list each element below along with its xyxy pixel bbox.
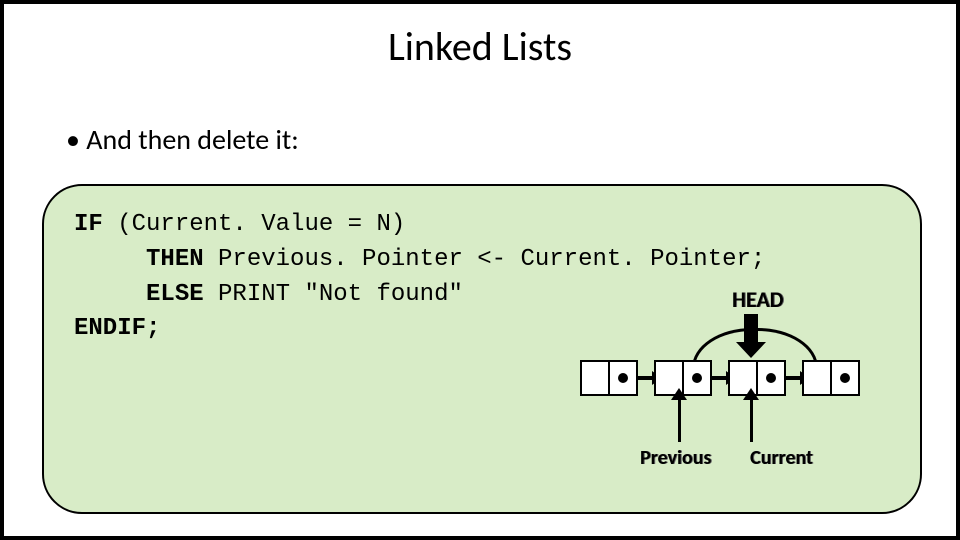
previous-label: Previous [640,446,711,470]
node-data-cell [582,362,610,394]
code-cond: (Current. Value = N) [103,211,405,238]
link-arrow-icon [636,376,654,380]
current-label: Current [750,446,813,470]
head-label: HEAD [732,286,784,313]
bullet-text: And then delete it: [66,122,299,157]
linked-list-diagram: HEAD [580,286,900,486]
slide-title: Linked Lists [4,22,956,71]
kw-else: ELSE [146,281,204,308]
kw-endif: ENDIF; [74,315,160,342]
link-arrow-icon [784,376,802,380]
node-row [580,360,860,396]
node-data-cell [804,362,832,394]
list-node [802,360,860,396]
pointer-dot-icon [766,373,776,383]
list-node [580,360,638,396]
code-then: Previous. Pointer <- Current. Pointer; [204,246,766,273]
node-ptr-cell [684,362,710,394]
previous-arrow-icon [678,398,681,442]
code-block: IF (Current. Value = N) THEN Previous. P… [42,184,922,514]
pointer-dot-icon [618,373,628,383]
code-else: PRINT "Not found" [204,281,463,308]
kw-if: IF [74,211,103,238]
node-ptr-cell [832,362,858,394]
node-ptr-cell [758,362,784,394]
node-ptr-cell [610,362,636,394]
current-arrow-icon [750,398,753,442]
slide-frame: Linked Lists And then delete it: IF (Cur… [0,0,960,540]
kw-then: THEN [146,246,204,273]
pointer-dot-icon [840,373,850,383]
link-arrow-icon [710,376,728,380]
pointer-dot-icon [692,373,702,383]
